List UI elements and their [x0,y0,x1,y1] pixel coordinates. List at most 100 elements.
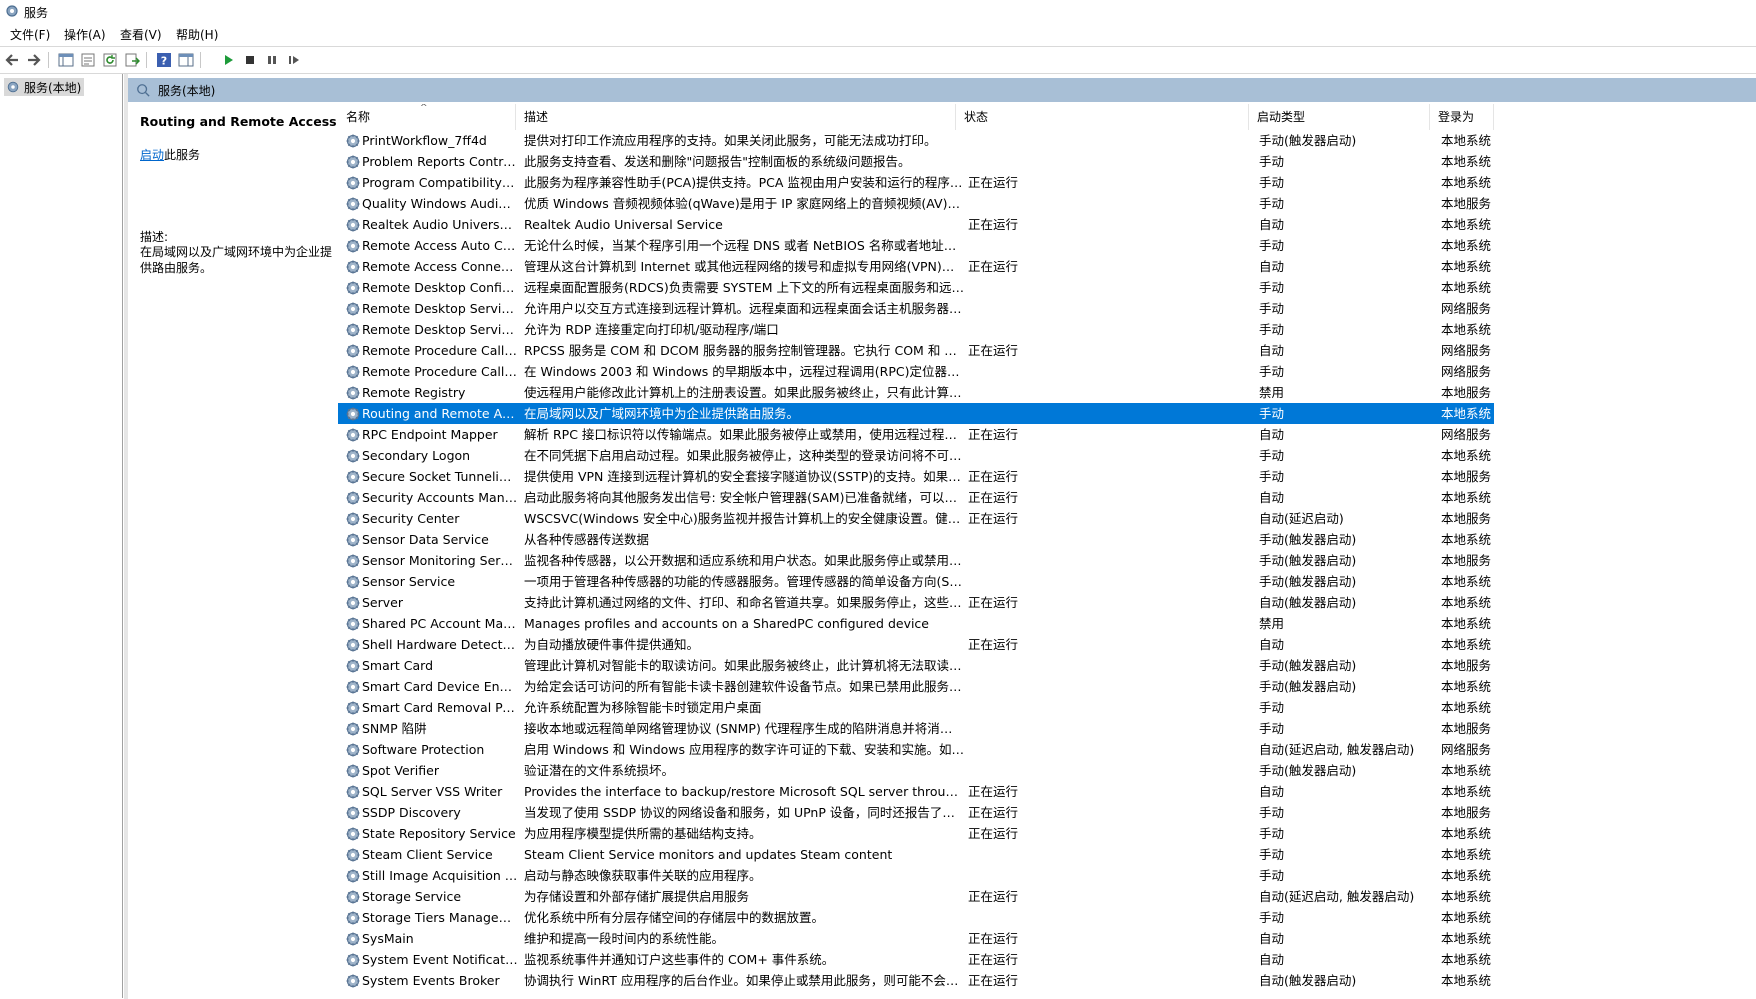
menu-action[interactable]: 操作(A) [62,26,108,43]
service-name: Shell Hardware Detection [362,637,518,652]
service-description: 为给定会话可访问的所有智能卡读卡器创建软件设备节点。如果已禁用此服务，... [524,679,964,694]
export-icon[interactable] [122,50,142,70]
service-row[interactable]: SysMain 维护和提高一段时间内的系统性能。 正在运行 自动 本地系统 [338,928,1494,949]
tree-node-services-local[interactable]: 服务(本地) [4,78,85,96]
column-header-status[interactable]: 状态 [956,104,1249,130]
menu-view[interactable]: 查看(V) [118,26,164,43]
service-startup-type: 禁用 [1259,616,1285,631]
service-status [968,235,1078,256]
service-row[interactable]: Remote Desktop Services 允许用户以交互方式连接到远程计算机… [338,298,1494,319]
service-row[interactable]: Storage Tiers Managem... 优化系统中所有分层存储空间的存储… [338,907,1494,928]
service-description: 启动此服务将向其他服务发出信号: 安全帐户管理器(SAM)已准备就绪，可以接受.… [524,490,964,505]
service-row[interactable]: Routing and Remote Acc... 在局域网以及广域网环境中为企业… [338,403,1494,424]
back-arrow-icon[interactable] [2,50,22,70]
service-row[interactable]: SQL Server VSS Writer Provides the interf… [338,781,1494,802]
service-row[interactable]: Problem Reports Control... 此服务支持查看、发送和删除"… [338,151,1494,172]
service-name: Secondary Logon [362,448,471,463]
service-description: 提供使用 VPN 连接到远程计算机的安全套接字隧道协议(SSTP)的支持。如果该… [524,469,964,484]
service-row[interactable]: Program Compatibility A... 此服务为程序兼容性助手(PC… [338,172,1494,193]
refresh-icon[interactable] [100,50,120,70]
service-status: 正在运行 [968,217,1019,232]
service-row[interactable]: SSDP Discovery 当发现了使用 SSDP 协议的网络设备和服务，如 U… [338,802,1494,823]
service-description: WSCSVC(Windows 安全中心)服务监视并报告计算机上的安全健康设置。健… [524,511,964,526]
properties-icon[interactable] [78,50,98,70]
service-logon-as: 本地系统 [1441,616,1492,631]
help-icon[interactable]: ? [154,50,174,70]
service-row[interactable]: Remote Access Auto Con... 无论什么时候，当某个程序引用一… [338,235,1494,256]
service-description: 优质 Windows 音频视频体验(qWave)是用于 IP 家庭网络上的音频视… [524,196,964,211]
service-row[interactable]: Remote Procedure Call (... 在 Windows 2003… [338,361,1494,382]
service-row[interactable]: Shared PC Account Mana... Manages profile… [338,613,1494,634]
service-row[interactable]: Remote Procedure Call (... RPCSS 服务是 COM … [338,340,1494,361]
service-row[interactable]: System Event Notification... 监视系统事件并通知订户这… [338,949,1494,970]
service-description: 允许系统配置为移除智能卡时锁定用户桌面 [524,700,762,715]
service-row[interactable]: Storage Service 为存储设置和外部存储扩展提供启用服务 正在运行 自动(… [338,886,1494,907]
column-header-name[interactable]: 名称 ^ [338,104,516,130]
service-row[interactable]: Secure Socket Tunneling ... 提供使用 VPN 连接到远… [338,466,1494,487]
service-row[interactable]: Spot Verifier 验证潜在的文件系统损坏。 手动(触发器启动) 本地系统 [338,760,1494,781]
service-row[interactable]: Realtek Audio Universal ... Realtek Audio… [338,214,1494,235]
service-row[interactable]: Software Protection 启用 Windows 和 Windows … [338,739,1494,760]
description-label: 描述: [140,230,169,244]
service-logon-as: 本地系统 [1441,910,1492,925]
service-row[interactable]: SNMP 陷阱 接收本地或远程简单网络管理协议 (SNMP) 代理程序生成的陷阱消… [338,718,1494,739]
service-startup-type: 自动(触发器启动) [1259,973,1357,988]
service-row[interactable]: System Events Broker 协调执行 WinRT 应用程序的后台作业… [338,970,1494,991]
service-row[interactable]: Steam Client Service Steam Client Service… [338,844,1494,865]
service-row[interactable]: Security Accounts Manag... 启动此服务将向其他服务发出信… [338,487,1494,508]
service-startup-type: 手动 [1259,805,1285,820]
column-header-startup-type[interactable]: 启动类型 [1249,104,1430,130]
restart-service-icon[interactable] [284,50,304,70]
service-status [968,277,1078,298]
start-service-icon[interactable] [218,50,238,70]
service-row[interactable]: Smart Card Removal Poli... 允许系统配置为移除智能卡时锁… [338,697,1494,718]
service-row[interactable]: Security Center WSCSVC(Windows 安全中心)服务监视并… [338,508,1494,529]
forward-arrow-icon[interactable] [24,50,44,70]
menu-help[interactable]: 帮助(H) [174,26,220,43]
service-name: Sensor Data Service [362,532,489,547]
service-description: Manages profiles and accounts on a Share… [524,616,929,631]
service-row[interactable]: Shell Hardware Detection 为自动播放硬件事件提供通知。 正在… [338,634,1494,655]
service-row[interactable]: Quality Windows Audio V... 优质 Windows 音频视… [338,193,1494,214]
service-row[interactable]: Remote Registry 使远程用户能修改此计算机上的注册表设置。如果此服务… [338,382,1494,403]
column-header-description[interactable]: 描述 [516,104,956,130]
service-row[interactable]: State Repository Service 为应用程序模型提供所需的基础结构… [338,823,1494,844]
service-row[interactable]: RPC Endpoint Mapper 解析 RPC 接口标识符以传输端点。如果此… [338,424,1494,445]
service-row[interactable]: Sensor Service 一项用于管理各种传感器的功能的传感器服务。管理传感器… [338,571,1494,592]
service-status [968,613,1078,634]
service-row[interactable]: PrintWorkflow_7ff4d 提供对打印工作流应用程序的支持。如果关闭此… [338,130,1494,151]
description-text: 在局域网以及广域网环境中为企业提供路由服务。 [140,245,333,275]
service-name: Problem Reports Control... [362,154,518,169]
column-header-logon-as[interactable]: 登录为 [1430,104,1494,130]
service-startup-type: 手动 [1259,322,1285,337]
pause-service-icon[interactable] [262,50,282,70]
service-gear-icon [345,364,361,380]
service-gear-icon [345,238,361,254]
services-list[interactable]: 名称 ^ 描述 状态 启动类型 登录为 PrintWorkflow_7ff4d 提… [338,104,1756,999]
service-logon-as: 本地服务 [1441,553,1492,568]
view-icon[interactable] [176,50,196,70]
console-tree-icon[interactable] [56,50,76,70]
service-logon-as: 本地系统 [1441,154,1492,169]
service-status [968,529,1078,550]
service-gear-icon [345,952,361,968]
service-row[interactable]: Still Image Acquisition Ev... 启动与静态映像获取事件… [338,865,1494,886]
service-status [968,844,1078,865]
service-status [968,151,1078,172]
stop-service-icon[interactable] [240,50,260,70]
menu-file[interactable]: 文件(F) [8,26,52,43]
service-row[interactable]: Smart Card Device Enum... 为给定会话可访问的所有智能卡读… [338,676,1494,697]
start-service-link[interactable]: 启动 [140,148,164,162]
service-row[interactable]: Remote Access Connecti... 管理从这台计算机到 Inter… [338,256,1494,277]
service-row[interactable]: Sensor Monitoring Service 监视各种传感器，以公开数据和适… [338,550,1494,571]
service-row[interactable]: Remote Desktop Service... 允许为 RDP 连接重定向打印… [338,319,1494,340]
service-logon-as: 本地系统 [1441,784,1492,799]
service-row[interactable]: Sensor Data Service 从各种传感器传送数据 手动(触发器启动) 本地… [338,529,1494,550]
service-row[interactable]: Secondary Logon 在不同凭据下启用启动过程。如果此服务被停止，这种类… [338,445,1494,466]
service-startup-type: 手动(触发器启动) [1259,679,1357,694]
extended-details-pane: Routing and Remote Access 启动此服务 描述: 在局域网… [132,104,338,994]
service-status: 正在运行 [968,595,1019,610]
service-row[interactable]: Remote Desktop Configu... 远程桌面配置服务(RDCS)负… [338,277,1494,298]
service-row[interactable]: Server 支持此计算机通过网络的文件、打印、和命名管道共享。如果服务停止，这些… [338,592,1494,613]
service-row[interactable]: Smart Card 管理此计算机对智能卡的取读访问。如果此服务被终止，此计算机将… [338,655,1494,676]
